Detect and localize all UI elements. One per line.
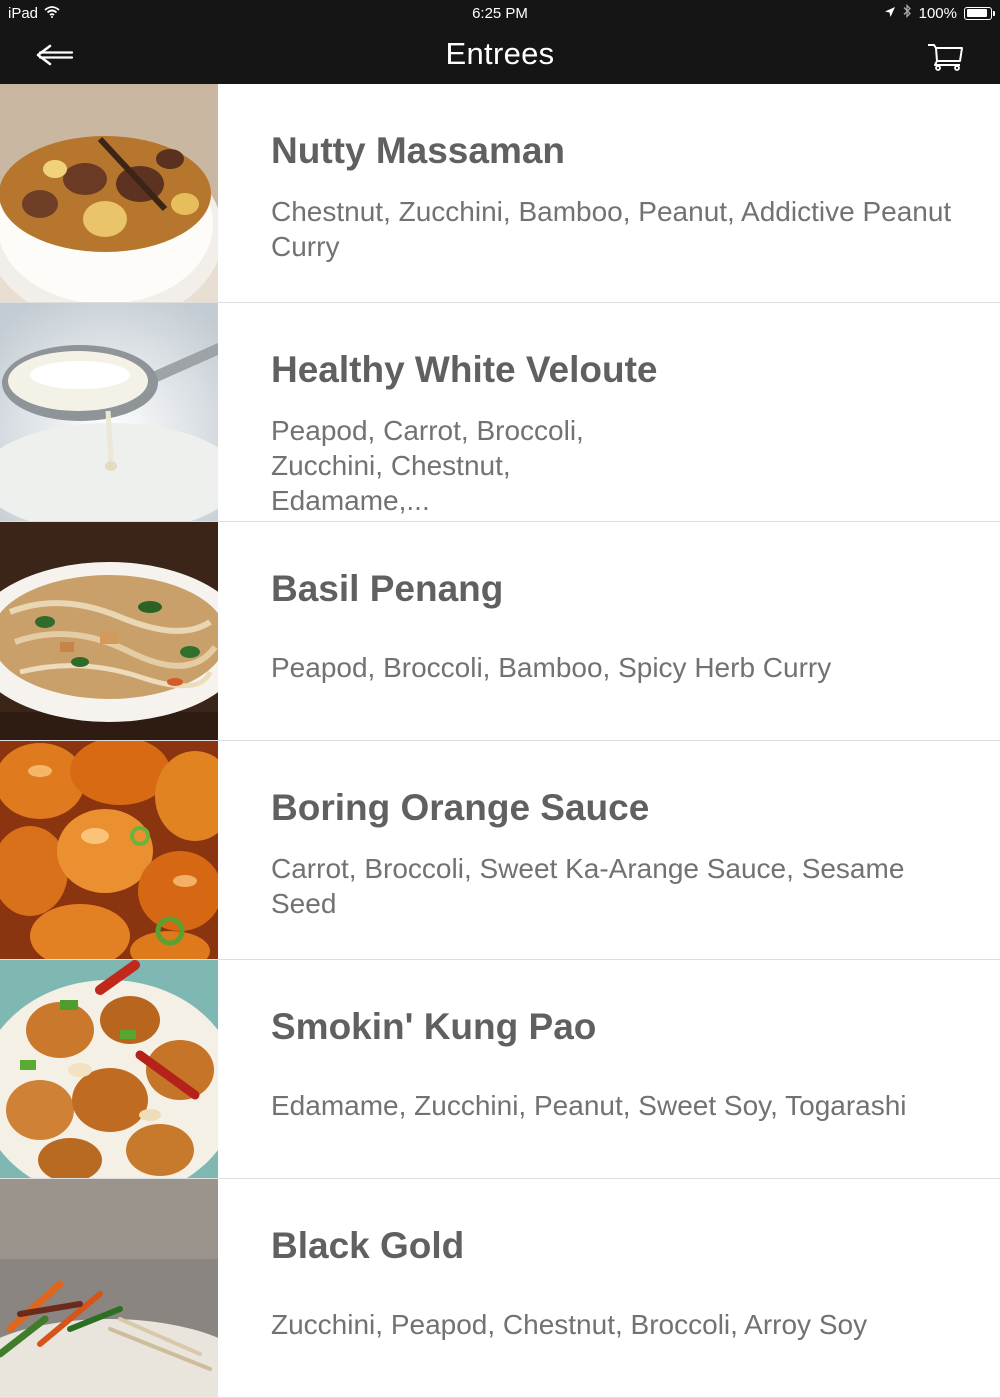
entree-text: Smokin' Kung Pao Edamame, Zucchini, Pean…	[271, 1006, 961, 1123]
entree-name: Black Gold	[271, 1225, 465, 1266]
entree-photo-curry-bowl	[0, 84, 218, 302]
entree-text: Nutty Massaman Chestnut, Zucchini, Bambo…	[271, 130, 961, 264]
entree-name: Basil Penang	[271, 568, 504, 609]
entree-name: Healthy White Veloute	[271, 349, 658, 390]
entree-text: Black Gold Zucchini, Peapod, Chestnut, B…	[271, 1225, 961, 1342]
entree-description: Chestnut, Zucchini, Bamboo, Peanut, Addi…	[271, 196, 952, 262]
battery-icon	[964, 6, 995, 20]
entree-name: Nutty Massaman	[271, 130, 566, 171]
page-title: Entrees	[445, 36, 555, 71]
entree-photo-noodle-plate	[0, 522, 218, 740]
entree-description: Carrot, Broccoli, Sweet Ka-Arange Sauce,…	[271, 853, 905, 919]
entree-name: Smokin' Kung Pao	[271, 1006, 597, 1047]
entree-photo-kung-pao	[0, 960, 218, 1178]
cart-icon	[926, 44, 966, 76]
battery-level	[966, 9, 987, 17]
entree-photo-orange-chicken	[0, 741, 218, 959]
cart-button[interactable]	[926, 40, 966, 72]
entree-description: Zucchini, Peapod, Chestnut, Broccoli, Ar…	[271, 1309, 868, 1340]
navigation-bar: Entrees	[0, 28, 1000, 84]
entree-description: Edamame, Zucchini, Peanut, Sweet Soy, To…	[271, 1090, 907, 1121]
entree-list: Nutty Massaman Chestnut, Zucchini, Bambo…	[0, 84, 1000, 1398]
list-item[interactable]: Basil Penang Peapod, Broccoli, Bamboo, S…	[0, 522, 1000, 741]
list-item[interactable]: Boring Orange Sauce Carrot, Broccoli, Sw…	[0, 741, 1000, 960]
status-time: 6:25 PM	[472, 5, 528, 22]
location-arrow-icon	[884, 5, 896, 22]
list-item[interactable]: Black Gold Zucchini, Peapod, Chestnut, B…	[0, 1179, 1000, 1398]
entree-photo-stir-fry	[0, 1179, 218, 1397]
status-right: 100%	[884, 3, 995, 22]
entree-text: Basil Penang Peapod, Broccoli, Bamboo, S…	[271, 568, 961, 685]
entree-text: Healthy White Veloute Peapod, Carrot, Br…	[271, 349, 961, 518]
entree-text: Boring Orange Sauce Carrot, Broccoli, Sw…	[271, 787, 961, 921]
status-bar: iPad 6:25 PM 100%	[0, 0, 1000, 28]
battery-percent: 100%	[918, 4, 957, 22]
bluetooth-icon	[903, 3, 912, 22]
entree-description: Peapod, Broccoli, Bamboo, Spicy Herb Cur…	[271, 652, 832, 683]
entree-photo-sauce-spoon	[0, 303, 218, 521]
entree-description: Peapod, Carrot, Broccoli, Zucchini, Ches…	[271, 415, 584, 516]
entree-name: Boring Orange Sauce	[271, 787, 650, 828]
list-item[interactable]: Nutty Massaman Chestnut, Zucchini, Bambo…	[0, 84, 1000, 303]
list-item[interactable]: Healthy White Veloute Peapod, Carrot, Br…	[0, 303, 1000, 522]
list-item[interactable]: Smokin' Kung Pao Edamame, Zucchini, Pean…	[0, 960, 1000, 1179]
